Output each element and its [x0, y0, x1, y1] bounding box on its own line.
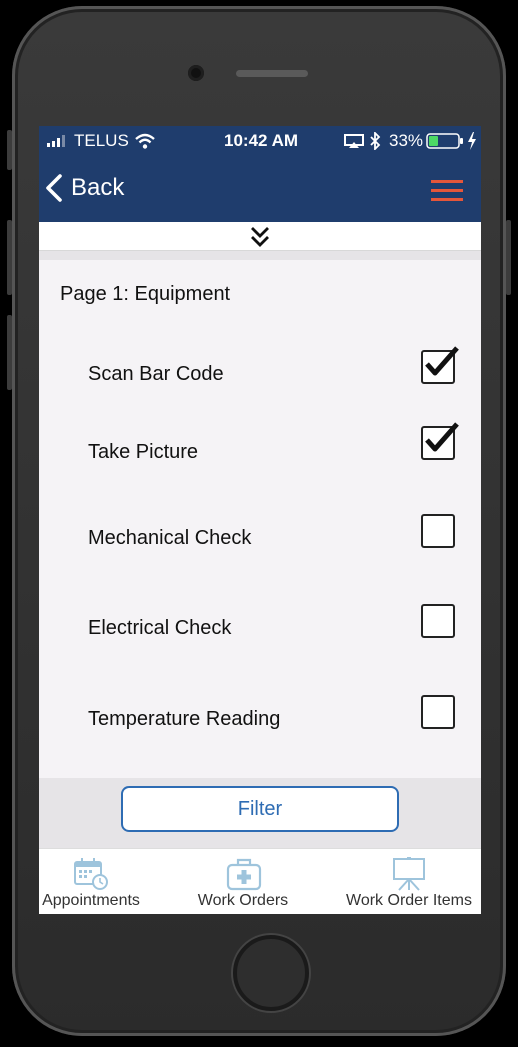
battery-level	[429, 136, 438, 146]
carrier-label: TELUS	[74, 131, 129, 150]
section-title: Page 1: Equipment	[60, 283, 231, 305]
checklist-label-take-picture: Take Picture	[88, 441, 199, 463]
app-screen: TELUS 10:42 AM 33% Back Page 1: Equipmen…	[39, 126, 481, 914]
status-bar: TELUS 10:42 AM 33%	[39, 126, 481, 156]
checklist-label-electrical-check: Electrical Check	[88, 617, 232, 639]
clock-time: 10:42 AM	[224, 131, 299, 150]
airplay-icon	[344, 134, 364, 148]
power-button	[506, 220, 511, 295]
checkmark-icon	[425, 346, 459, 376]
battery-percent: 33%	[389, 131, 424, 150]
checklist-label-scan-bar-code: Scan Bar Code	[88, 363, 224, 385]
checklist-label-temperature-reading: Temperature Reading	[88, 708, 281, 730]
checkmark-icon	[425, 422, 459, 452]
front-camera	[188, 65, 204, 81]
signal-icon	[47, 135, 65, 147]
section-divider	[39, 251, 481, 260]
filter-button[interactable]: Filter	[121, 786, 399, 832]
battery-icon	[426, 133, 463, 149]
tab-label-work-orders: Work Orders	[197, 892, 289, 909]
tab-work-order-items[interactable]: Work Order Items	[339, 849, 479, 914]
volume-down-button	[7, 315, 12, 390]
checkbox-electrical-check[interactable]	[421, 604, 455, 638]
checklist-label-mechanical-check: Mechanical Check	[88, 527, 252, 549]
back-label: Back	[71, 174, 125, 201]
double-chevron-down-icon[interactable]	[249, 226, 271, 248]
tab-work-orders[interactable]: Work Orders	[186, 849, 300, 914]
home-button[interactable]	[233, 935, 309, 1011]
collapse-toggle-row[interactable]	[39, 222, 481, 251]
bluetooth-icon	[370, 132, 381, 150]
hamburger-icon[interactable]	[431, 179, 463, 203]
checkbox-mechanical-check[interactable]	[421, 514, 455, 548]
checkbox-take-picture[interactable]	[421, 422, 459, 460]
medical-kit-icon	[226, 858, 262, 891]
filter-bar: Filter	[39, 778, 481, 848]
wifi-icon	[135, 133, 155, 149]
back-button[interactable]: Back	[43, 170, 124, 206]
calendar-icon	[74, 858, 108, 890]
tab-appointments[interactable]: Appointments	[39, 849, 143, 914]
tab-bar: Appointments Work Orders Work Order Item…	[39, 848, 481, 914]
mute-switch	[7, 130, 12, 170]
checkbox-temperature-reading[interactable]	[421, 695, 455, 729]
easel-icon	[393, 857, 425, 891]
navigation-bar: Back	[39, 156, 481, 222]
tab-label-work-order-items: Work Order Items	[346, 892, 472, 909]
tab-label-appointments: Appointments	[42, 892, 140, 909]
earpiece-speaker	[236, 70, 308, 77]
chevron-left-icon	[46, 174, 62, 202]
charging-icon	[468, 132, 476, 150]
checkbox-scan-bar-code[interactable]	[421, 346, 459, 384]
volume-up-button	[7, 220, 12, 295]
